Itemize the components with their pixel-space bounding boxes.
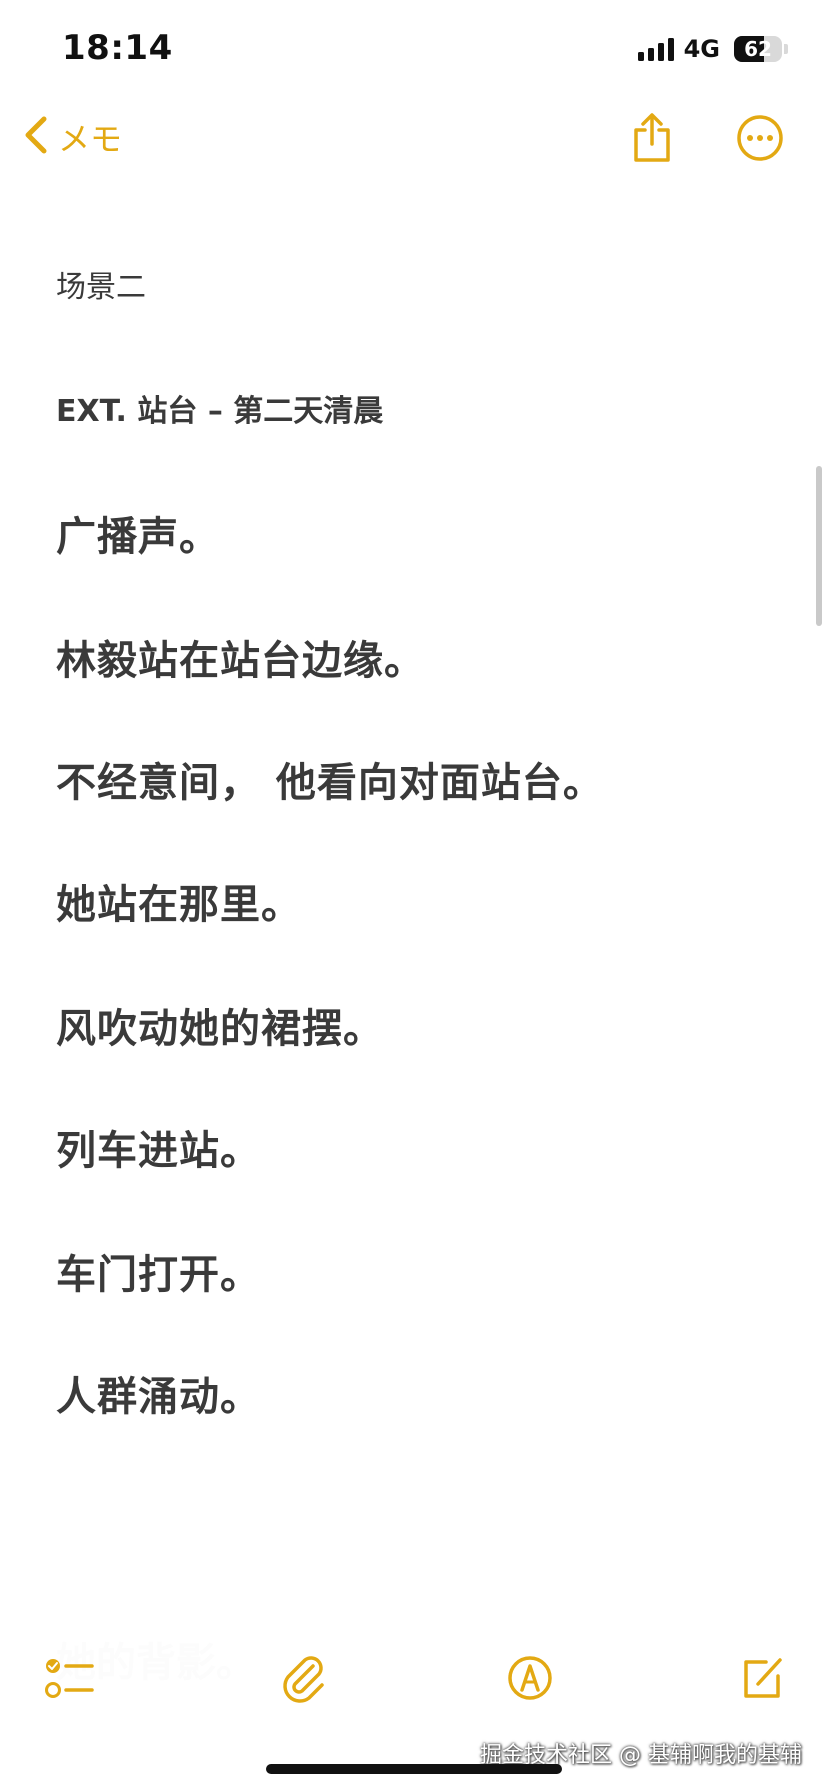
status-indicators: 4G 62 [637,34,788,64]
home-indicator[interactable] [266,1764,562,1774]
status-bar: 18:14 4G 62 [0,0,828,96]
scene-title: 场景二 [56,270,146,305]
chevron-left-icon [22,115,48,159]
attach-button[interactable] [272,1648,336,1712]
back-label: メモ [58,120,123,158]
battery-cap [784,44,788,54]
ellipsis-circle-icon [736,114,784,166]
back-button[interactable]: メモ [22,114,122,160]
note-line: 广播声。 [56,514,220,560]
share-button[interactable] [622,110,682,170]
note-line: 人群涌动。 [56,1374,261,1420]
compose-button[interactable] [730,1648,794,1712]
paperclip-icon [280,1652,328,1708]
more-button[interactable] [730,110,790,170]
note-line: 她站在那里。 [56,882,302,928]
compose-icon [738,1654,786,1706]
network-type: 4G [683,35,720,63]
status-time: 18:14 [62,28,173,68]
share-icon [630,112,674,168]
markup-button[interactable] [498,1648,562,1712]
nav-bar: メモ [0,100,828,180]
scene-heading: EXT. 站台 – 第二天清晨 [56,394,384,429]
cellular-signal-icon [637,37,674,61]
note-line: 列车进站。 [56,1128,261,1174]
battery-percent: 62 [744,37,772,61]
bottom-toolbar [0,1640,828,1720]
pen-circle-icon [506,1654,554,1706]
note-line: 风吹动她的裙摆。 [56,1006,384,1052]
battery-icon: 62 [734,36,782,62]
note-line: 车门打开。 [56,1252,261,1298]
note-line: 不经意间， 他看向对面站台。 [56,760,604,806]
note-line: 林毅站在站台边缘。 [56,638,425,684]
scrollbar[interactable] [816,466,822,626]
checklist-icon [44,1655,96,1705]
checklist-button[interactable] [38,1648,102,1712]
